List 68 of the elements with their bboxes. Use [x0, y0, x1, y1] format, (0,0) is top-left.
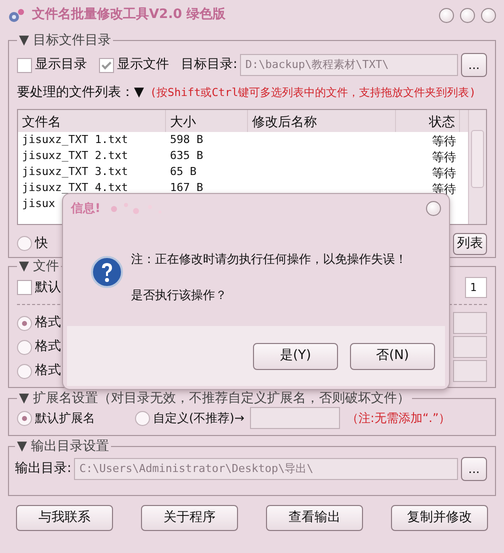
dialog-button[interactable]: 否(N): [350, 342, 435, 370]
checkbox[interactable]: [17, 280, 32, 295]
group-title: ▼ 输出目录设置: [16, 440, 110, 453]
table-cell-text: 等待: [431, 132, 457, 148]
action-button[interactable]: 关于程序: [141, 505, 238, 531]
hint-text: (按Shift或Ctrl键可多选列表中的文件，支持拖放文件夹到列表): [150, 84, 476, 100]
radio-label: 默认扩展名: [35, 410, 95, 427]
field-label: 目标目录:: [181, 56, 238, 74]
group-title: ▼ 目标文件目录: [18, 34, 112, 47]
text-field[interactable]: [453, 336, 487, 358]
radio-label: 快: [35, 234, 48, 253]
browse-button[interactable]: ...: [461, 53, 487, 77]
dialog-title: 信息!: [71, 200, 100, 217]
note-text: （注:无需添加“.”）: [346, 410, 451, 427]
window-title: 文件名批量修改工具V2.0 绿色版: [32, 6, 226, 24]
table-cell-text: jisuxz_TXT 4.txt: [21, 180, 129, 196]
table-cell-text: 65 B: [169, 164, 198, 180]
dialog-button[interactable]: 是(Y): [253, 342, 338, 370]
text-field[interactable]: [453, 312, 487, 334]
radio-button[interactable]: [17, 410, 32, 426]
text-field[interactable]: [453, 360, 487, 382]
action-button[interactable]: 与我联系: [16, 505, 113, 531]
table-cell-text: jisux: [21, 196, 56, 212]
radio-button[interactable]: [135, 410, 150, 426]
question-icon: [91, 256, 123, 288]
action-button[interactable]: 复制并修改: [391, 505, 488, 531]
table-cell-text: 167 B: [169, 180, 204, 196]
table-cell-text: jisuxz_TXT 2.txt: [21, 148, 129, 164]
group-title: ▼ 文件: [18, 260, 60, 273]
list-button[interactable]: 列表: [453, 232, 487, 254]
checkbox[interactable]: [17, 58, 32, 72]
radio-label: 格式: [35, 362, 61, 380]
column-header: 文件名: [18, 110, 166, 132]
list-label: 要处理的文件列表：▼: [17, 84, 144, 102]
column-header: 大小: [166, 110, 248, 132]
action-button[interactable]: 查看输出: [266, 505, 363, 531]
table-cell-text: 等待: [431, 164, 457, 180]
radio-button[interactable]: [17, 316, 32, 330]
table-cell-text: 635 B: [169, 148, 204, 164]
close-button[interactable]: [426, 200, 441, 216]
radio-label: 格式: [35, 338, 61, 356]
checkbox-label: 默认: [35, 278, 61, 297]
maximize-button[interactable]: [460, 8, 475, 22]
close-button[interactable]: [481, 8, 496, 22]
radio-label: 格式: [35, 314, 61, 332]
checkbox-label: 显示文件: [117, 56, 169, 74]
app-icon: [8, 7, 26, 23]
table-cell-text: 等待: [431, 148, 457, 164]
table-cell-text: jisuxz_TXT 1.txt: [21, 132, 129, 148]
vertical-scrollbar[interactable]: [468, 110, 486, 224]
column-header: 修改后名称: [248, 110, 396, 132]
table-cell-text: jisuxz_TXT 3.txt: [21, 164, 129, 180]
extension-field[interactable]: [250, 407, 340, 429]
radio-button[interactable]: [17, 236, 32, 251]
column-header: 状态: [396, 110, 460, 132]
dialog-message: 注：正在修改时请勿执行任何操作，以免操作失误！: [131, 251, 407, 268]
radio-label: 自定义(不推荐)→: [153, 410, 244, 427]
checkbox[interactable]: [99, 58, 114, 72]
minimize-button[interactable]: [439, 8, 454, 22]
radio-button[interactable]: [17, 340, 32, 354]
browse-button[interactable]: ...: [461, 457, 487, 481]
checkbox-label: 显示目录: [35, 56, 87, 74]
field-label: 输出目录:: [15, 460, 72, 478]
group-title: ▼ 扩展名设置（对目录无效，不推荐自定义扩展名，否则破坏文件）: [18, 392, 412, 405]
count-field[interactable]: 1: [465, 277, 487, 298]
dialog-question: 是否执行该操作？: [131, 287, 228, 304]
table-cell-text: 598 B: [169, 132, 204, 148]
radio-button[interactable]: [17, 364, 32, 378]
